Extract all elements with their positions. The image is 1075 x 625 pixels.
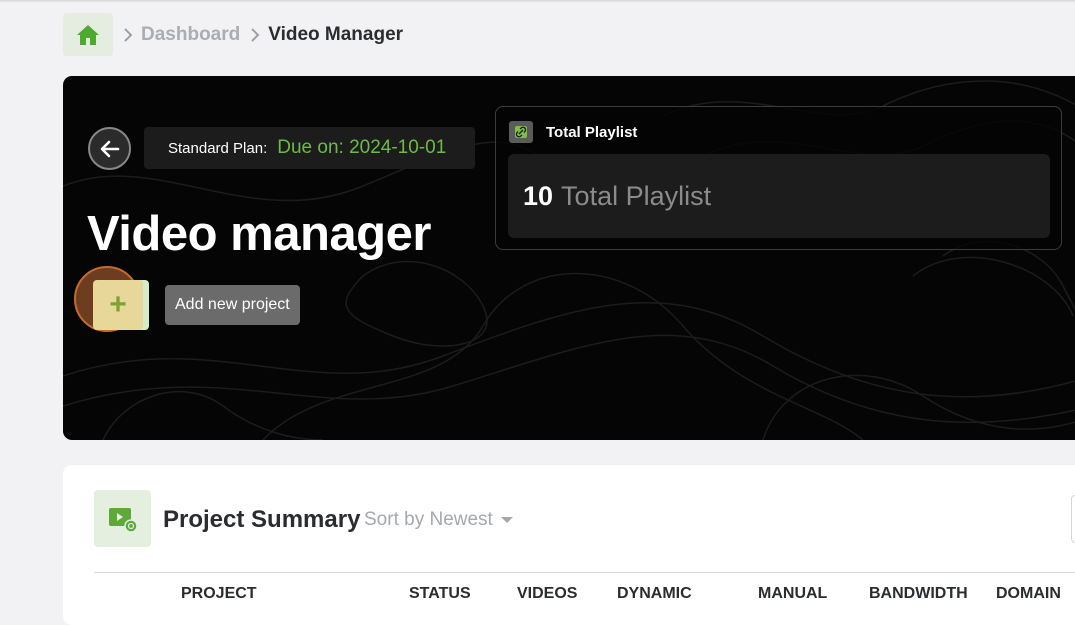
breadcrumb-dashboard[interactable]: Dashboard: [141, 24, 240, 46]
sort-dropdown[interactable]: Sort by Newest: [364, 509, 513, 531]
total-playlist-card: Total Playlist 10 Total Playlist: [495, 106, 1062, 250]
playlist-card-header: Total Playlist: [509, 121, 637, 143]
home-button[interactable]: [63, 13, 113, 56]
chevron-right-icon: [123, 27, 133, 43]
playlist-card-title: Total Playlist: [546, 123, 638, 141]
playlist-stat: 10 Total Playlist: [508, 154, 1050, 238]
breadcrumb-current: Video Manager: [268, 23, 404, 45]
chevron-right-icon: [250, 27, 260, 43]
link-icon: [509, 121, 533, 143]
column-header-status[interactable]: STATUS: [409, 585, 471, 603]
column-header-bandwidth[interactable]: BANDWIDTH: [869, 585, 968, 603]
home-icon: [77, 24, 99, 45]
add-project-button[interactable]: +: [93, 280, 143, 330]
column-header-dynamic[interactable]: DYNAMIC: [617, 585, 692, 603]
plan-label: Standard Plan:: [168, 139, 268, 157]
playlist-count: 10: [523, 180, 554, 211]
plan-due-date: Due on: 2024-10-01: [277, 137, 447, 158]
add-project-tooltip: Add new project: [165, 285, 300, 325]
top-shadow: [0, 0, 1075, 3]
plus-icon: +: [109, 288, 127, 321]
back-button[interactable]: [88, 127, 131, 170]
summary-title: Project Summary: [163, 506, 361, 533]
project-summary-panel: Project Summary Sort by Newest PROJECT S…: [63, 465, 1075, 625]
video-summary-icon: [94, 490, 151, 547]
playlist-count-label: Total Playlist: [561, 180, 712, 211]
caret-down-icon: [500, 517, 513, 523]
column-header-domain[interactable]: DOMAIN: [996, 585, 1061, 603]
arrow-left-icon: [100, 140, 119, 157]
header-divider: [94, 572, 1075, 573]
breadcrumb: Dashboard Video Manager: [63, 13, 403, 56]
sort-label: Sort by Newest: [364, 509, 493, 530]
search-box[interactable]: [1071, 495, 1075, 543]
column-header-videos[interactable]: VIDEOS: [517, 585, 577, 603]
hero-banner: Standard Plan: Due on: 2024-10-01 Video …: [63, 76, 1075, 440]
column-header-manual[interactable]: MANUAL: [758, 585, 827, 603]
plan-status-box: Standard Plan: Due on: 2024-10-01: [144, 127, 475, 169]
column-header-project[interactable]: PROJECT: [181, 585, 257, 603]
page-title: Video manager: [87, 207, 431, 261]
